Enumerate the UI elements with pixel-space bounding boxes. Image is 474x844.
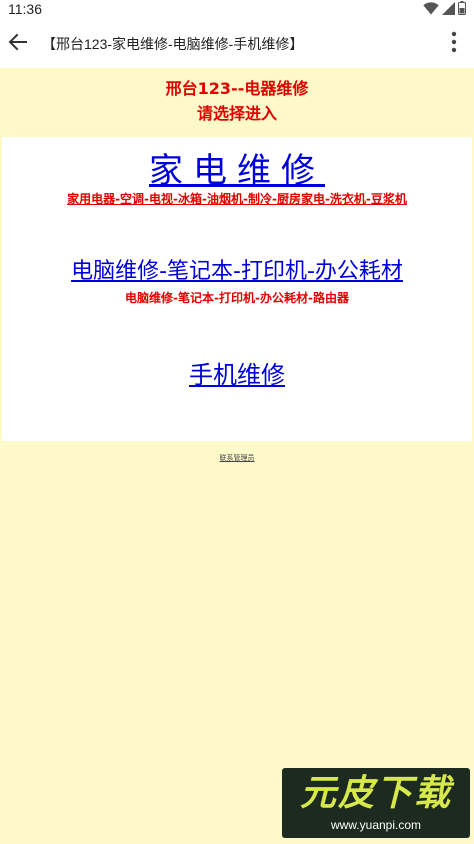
appliance-repair-link[interactable]: 家电维修 <box>2 151 472 191</box>
contact-admin-link[interactable]: 联系管理员 <box>0 453 474 463</box>
appliance-repair-subtitle-link[interactable]: 家用电器-空调-电视-冰箱-油烟机-制冷-厨房家电-洗衣机-豆浆机 <box>2 191 472 207</box>
watermark-logo: 元皮下载 www.yuanpi.com <box>282 768 470 838</box>
page: 11:36 【邢台123-家电维修-电脑维修-手机维修】 邢台123--电器维修… <box>0 0 474 844</box>
wifi-icon <box>423 0 439 19</box>
more-vertical-icon <box>451 31 457 57</box>
site-title: 邢台123--电器维修 <box>165 79 309 98</box>
page-title: 【邢台123-家电维修-电脑维修-手机维修】 <box>42 36 304 52</box>
category-panel: 家电维修 家用电器-空调-电视-冰箱-油烟机-制冷-厨房家电-洗衣机-豆浆机 电… <box>2 137 472 441</box>
computer-repair-subtitle: 电脑维修-笔记本-打印机-办公耗材-路由器 <box>125 291 349 305</box>
watermark-text: 元皮下载 <box>299 773 452 814</box>
site-header: 邢台123--电器维修 请选择进入 <box>0 68 474 136</box>
status-icons <box>423 0 466 19</box>
watermark-url: www.yuanpi.com <box>330 818 422 832</box>
app-bar: 【邢台123-家电维修-电脑维修-手机维修】 <box>0 20 474 68</box>
computer-repair-link[interactable]: 电脑维修-笔记本-打印机-办公耗材 <box>2 257 472 287</box>
site-prompt: 请选择进入 <box>196 104 277 123</box>
status-time: 11:36 <box>8 1 42 17</box>
status-bar: 11:36 <box>0 0 474 20</box>
signal-icon <box>442 0 455 19</box>
back-button[interactable] <box>4 30 32 58</box>
battery-icon <box>458 0 466 19</box>
arrow-left-icon <box>6 30 30 58</box>
phone-repair-link[interactable]: 手机维修 <box>2 359 472 391</box>
more-options-button[interactable] <box>442 30 466 58</box>
